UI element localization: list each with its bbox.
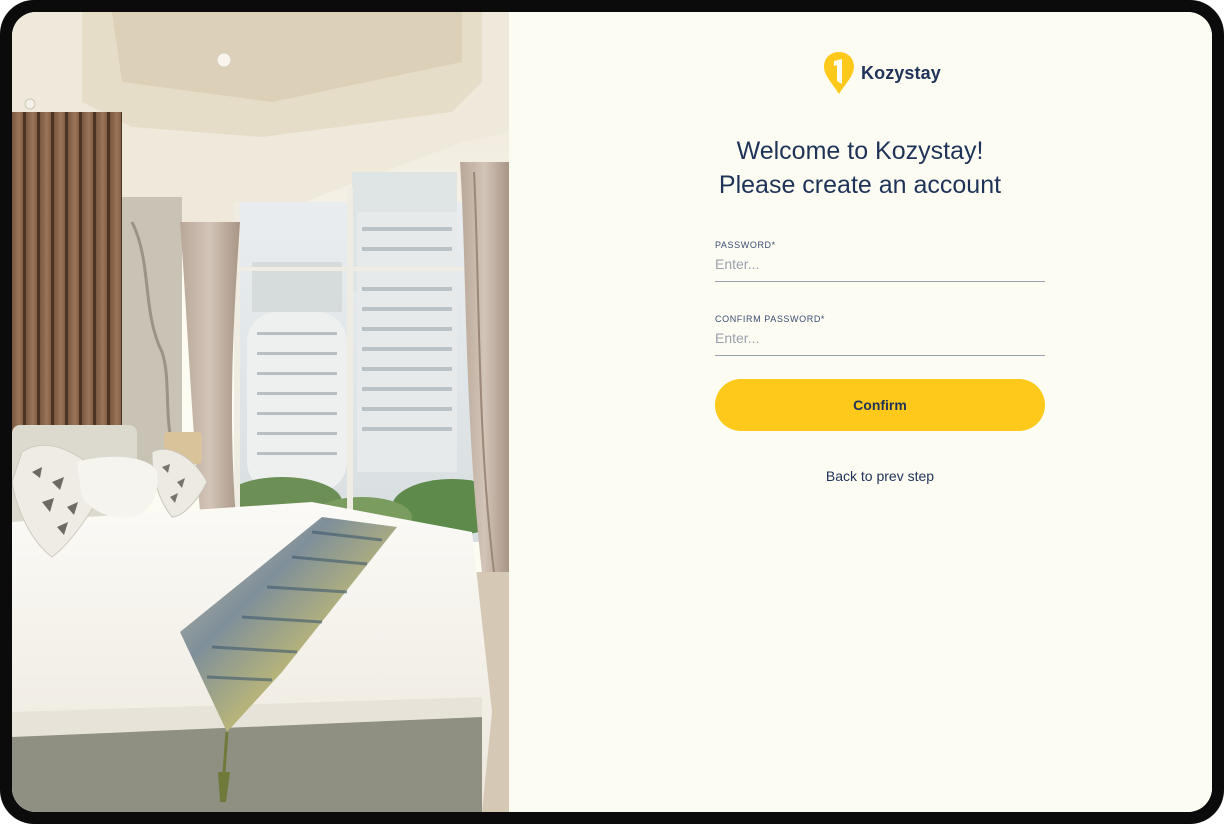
confirm-password-label: CONFIRM PASSWORD* [715, 314, 826, 324]
signup-screen: Kozystay Welcome to Kozystay! Please cre… [12, 12, 1212, 812]
page-title-line2: Please create an account [718, 171, 1002, 199]
confirm-button[interactable]: Confirm [715, 379, 1045, 431]
back-to-prev-step-link[interactable]: Back to prev step [715, 468, 1045, 484]
confirm-password-field: CONFIRM PASSWORD* [715, 314, 1045, 356]
hotel-bedroom-photo [12, 12, 509, 812]
password-label: PASSWORD* [715, 240, 776, 250]
page-title: Welcome to Kozystay! Please create an ac… [477, 134, 1212, 202]
kozystay-pin-logo-icon [824, 52, 854, 94]
page-title-line1: Welcome to Kozystay! [736, 137, 984, 165]
device-frame: Kozystay Welcome to Kozystay! Please cre… [0, 0, 1224, 824]
confirm-password-input[interactable] [715, 326, 1045, 356]
brand-name: Kozystay [861, 62, 941, 83]
brand-logo: Kozystay [823, 50, 941, 96]
signup-panel: Kozystay Welcome to Kozystay! Please cre… [509, 12, 1212, 812]
password-input[interactable] [715, 252, 1045, 282]
password-field: PASSWORD* [715, 240, 1045, 282]
